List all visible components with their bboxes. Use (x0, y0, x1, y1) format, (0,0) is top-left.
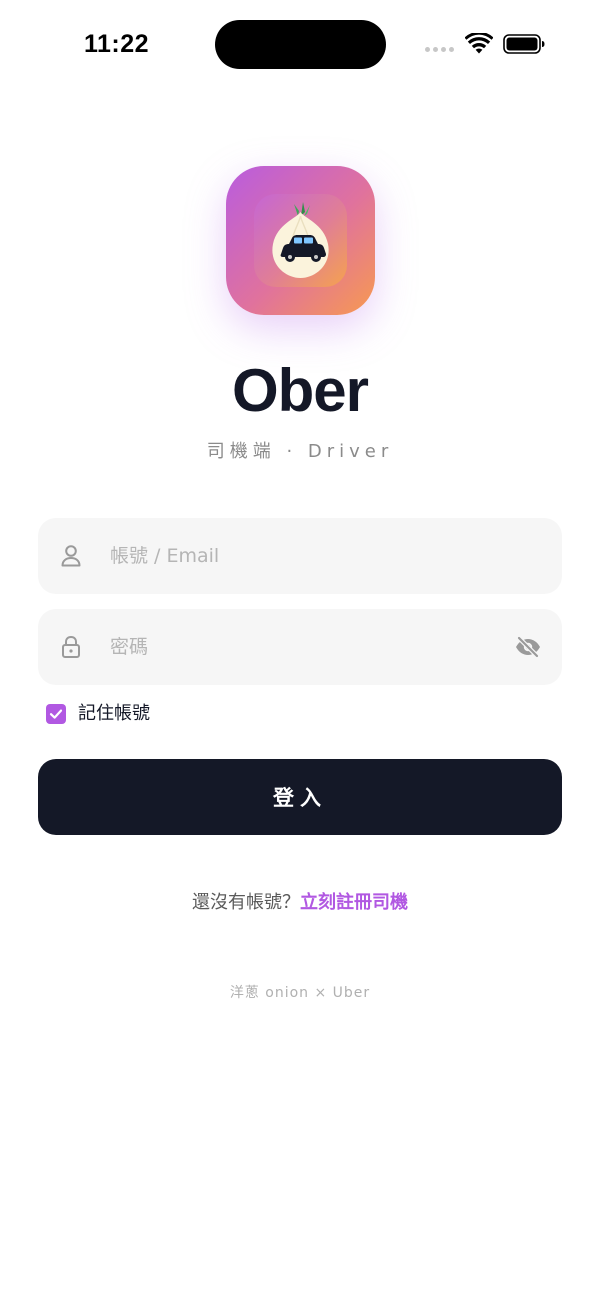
username-field[interactable] (38, 518, 562, 594)
register-driver-link[interactable]: 立刻註冊司機 (300, 892, 408, 913)
password-input[interactable] (110, 609, 490, 685)
app-logo (226, 166, 375, 315)
register-prompt-text: 還沒有帳號？ (192, 892, 300, 913)
password-field[interactable] (38, 609, 562, 685)
app-subtitle: 司機端 · Driver (206, 441, 394, 462)
footer-credit: 洋蔥 onion × Uber (229, 985, 371, 1001)
wifi-icon (465, 33, 493, 54)
onion-taxi-icon (272, 202, 329, 278)
remember-checkbox[interactable] (46, 704, 66, 724)
status-time: 11:22 (84, 30, 150, 58)
remember-label[interactable]: 記住帳號 (78, 703, 150, 725)
lock-icon (62, 635, 80, 658)
user-icon (61, 545, 81, 567)
checkmark-icon (49, 709, 63, 719)
register-prompt: 還沒有帳號？立刻註冊司機 (0, 890, 600, 916)
login-button[interactable]: 登入 (38, 759, 562, 835)
battery-icon (503, 34, 545, 54)
remember-account[interactable]: 記住帳號 (46, 703, 150, 725)
cellular-signal-icon (425, 47, 454, 52)
app-title: Ober (231, 357, 369, 424)
username-input[interactable] (110, 518, 490, 594)
dynamic-island (215, 20, 386, 69)
eye-off-icon[interactable] (514, 635, 542, 659)
